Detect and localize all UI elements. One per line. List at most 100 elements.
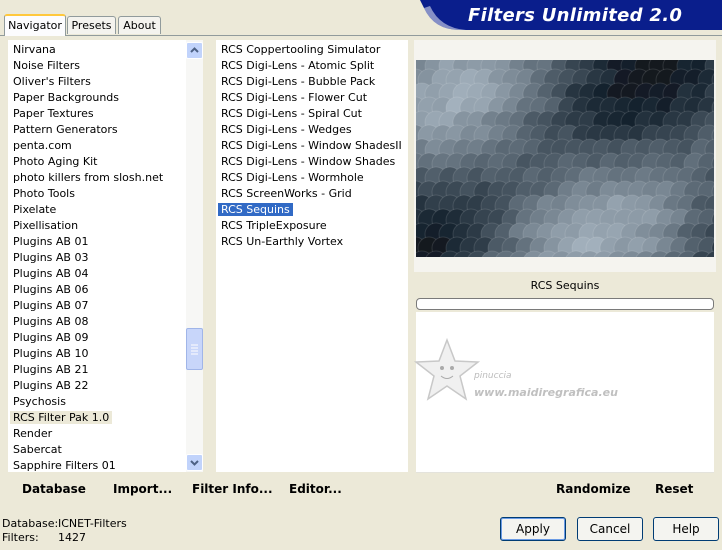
category-item[interactable]: Oliver's Filters [10, 74, 94, 90]
cancel-button[interactable]: Cancel [577, 517, 643, 541]
category-item[interactable]: Sabercat [10, 442, 65, 458]
filter-item-label: RCS Digi-Lens - Wormhole [221, 171, 364, 184]
category-item[interactable]: photo killers from slosh.net [10, 170, 166, 186]
filter-item[interactable]: RCS Un-Earthly Vortex [218, 234, 346, 250]
star-icon [413, 337, 481, 401]
randomize-button[interactable]: Randomize [556, 481, 630, 497]
help-button[interactable]: Help [653, 517, 719, 541]
category-item-label: Plugins AB 21 [13, 363, 89, 376]
import-button[interactable]: Import... [113, 481, 172, 497]
category-list[interactable]: Nirvana Noise Filters Oliver's Filters Pape… [8, 40, 186, 472]
status-filters-label: Filters: [2, 531, 39, 544]
filter-item-label: RCS Digi-Lens - Flower Cut [221, 91, 368, 104]
filter-item[interactable]: RCS TripleExposure [218, 218, 330, 234]
filter-item-label: RCS Un-Earthly Vortex [221, 235, 344, 248]
filter-item[interactable]: RCS Coppertooling Simulator [218, 42, 383, 58]
filter-item-label: RCS TripleExposure [221, 219, 327, 232]
category-item-label: Render [13, 427, 53, 440]
parameter-row [416, 424, 714, 441]
filter-item[interactable]: RCS Digi-Lens - Flower Cut [218, 90, 370, 106]
filter-item-label: RCS Digi-Lens - Window Shades [221, 155, 396, 168]
grip-icon [191, 344, 198, 355]
category-item-label: Plugins AB 06 [13, 283, 89, 296]
scroll-down-button[interactable] [186, 454, 203, 471]
category-item[interactable]: Pixellisation [10, 218, 81, 234]
filter-item-label: RCS Sequins [218, 203, 293, 216]
database-button[interactable]: Database [22, 481, 86, 497]
category-item-label: Noise Filters [13, 59, 80, 72]
filter-item[interactable]: RCS Digi-Lens - Wedges [218, 122, 355, 138]
status-filters-value: 1427 [58, 531, 86, 544]
category-item[interactable]: Photo Aging Kit [10, 154, 100, 170]
category-item-label: Nirvana [13, 43, 56, 56]
category-item[interactable]: Psychosis [10, 394, 69, 410]
category-item[interactable]: Plugins AB 07 [10, 298, 91, 314]
status-database-label: Database: [2, 517, 59, 530]
category-item[interactable]: penta.com [10, 138, 75, 154]
reset-button[interactable]: Reset [655, 481, 693, 497]
category-item-label: Sapphire Filters 01 [13, 459, 116, 472]
category-item[interactable]: Nirvana [10, 42, 59, 58]
filter-item[interactable]: RCS Digi-Lens - Spiral Cut [218, 106, 365, 122]
category-item[interactable]: Plugins AB 10 [10, 346, 91, 362]
apply-button[interactable]: Apply [500, 517, 566, 541]
parameter-row [416, 312, 714, 329]
filter-item[interactable]: RCS Digi-Lens - Window Shades [218, 154, 398, 170]
filter-item[interactable]: RCS Sequins [218, 202, 293, 218]
filter-item[interactable]: RCS Digi-Lens - Atomic Split [218, 58, 377, 74]
category-item[interactable]: Paper Textures [10, 106, 97, 122]
category-item[interactable]: RCS Filter Pak 1.0 [10, 410, 113, 426]
filter-item[interactable]: RCS Digi-Lens - Bubble Pack [218, 74, 378, 90]
category-item[interactable]: Paper Backgrounds [10, 90, 122, 106]
tab-about[interactable]: About [118, 16, 161, 34]
category-item[interactable]: Plugins AB 08 [10, 314, 91, 330]
filter-item-label: RCS ScreenWorks - Grid [221, 187, 352, 200]
parameter-row [416, 440, 714, 457]
category-item[interactable]: Plugins AB 01 [10, 234, 91, 250]
watermark-url: www.maidiregrafica.eu [474, 386, 618, 399]
filter-item[interactable]: RCS Digi-Lens - Wormhole [218, 170, 367, 186]
category-item-label: RCS Filter Pak 1.0 [10, 411, 113, 424]
category-item[interactable]: Plugins AB 06 [10, 282, 91, 298]
parameter-row [416, 456, 714, 473]
filter-item-label: RCS Coppertooling Simulator [221, 43, 381, 56]
tab-divider [0, 35, 722, 36]
category-item-label: Psychosis [13, 395, 66, 408]
app-title: Filters Unlimited 2.0 [468, 5, 683, 26]
category-item-label: Pattern Generators [13, 123, 118, 136]
category-item[interactable]: Plugins AB 09 [10, 330, 91, 346]
filter-item[interactable]: RCS ScreenWorks - Grid [218, 186, 355, 202]
category-item[interactable]: Sapphire Filters 01 [10, 458, 119, 474]
filter-item-label: RCS Digi-Lens - Spiral Cut [221, 107, 362, 120]
category-item-label: photo killers from slosh.net [13, 171, 164, 184]
category-item-label: Sabercat [13, 443, 62, 456]
scroll-up-button[interactable] [186, 42, 203, 59]
category-item[interactable]: Plugins AB 22 [10, 378, 91, 394]
category-item-label: penta.com [13, 139, 72, 152]
watermark-name: pinuccia [474, 371, 512, 381]
filter-item[interactable]: RCS Digi-Lens - Window ShadesII [218, 138, 405, 154]
category-item[interactable]: Render [10, 426, 55, 442]
progress-bar [416, 298, 714, 310]
parameter-row [416, 408, 714, 425]
category-item-label: Plugins AB 22 [13, 379, 89, 392]
category-item-label: Plugins AB 04 [13, 267, 89, 280]
category-item-label: Pixellisation [13, 219, 79, 232]
filter-list[interactable]: RCS Coppertooling Simulator RCS Digi-Lens… [216, 40, 408, 472]
category-item[interactable]: Pattern Generators [10, 122, 121, 138]
category-item[interactable]: Plugins AB 21 [10, 362, 91, 378]
editor-button[interactable]: Editor... [289, 481, 342, 497]
category-item-label: Plugins AB 07 [13, 299, 89, 312]
filter-item-label: RCS Digi-Lens - Bubble Pack [221, 75, 376, 88]
category-item[interactable]: Photo Tools [10, 186, 78, 202]
category-scrollbar[interactable] [186, 40, 203, 472]
category-item[interactable]: Plugins AB 03 [10, 250, 91, 266]
chevron-up-icon [190, 47, 199, 53]
scroll-thumb[interactable] [186, 328, 203, 370]
category-item[interactable]: Plugins AB 04 [10, 266, 91, 282]
category-item[interactable]: Noise Filters [10, 58, 83, 74]
tab-navigator[interactable]: Navigator [4, 14, 66, 36]
tab-presets[interactable]: Presets [67, 16, 116, 34]
filter-info-button[interactable]: Filter Info... [192, 481, 273, 497]
category-item[interactable]: Pixelate [10, 202, 59, 218]
